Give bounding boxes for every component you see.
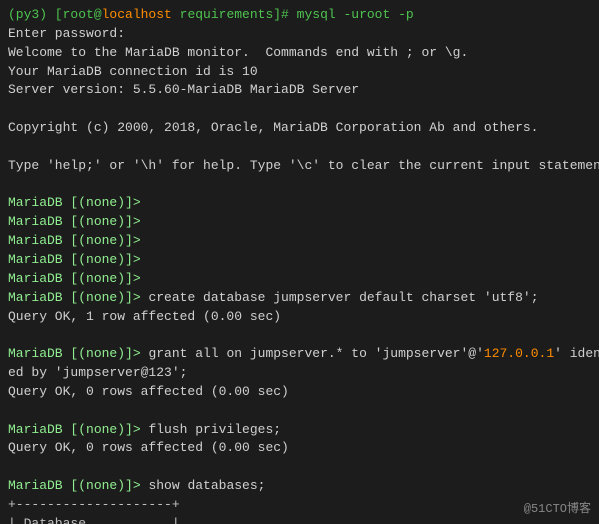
conn-id-text: Your MariaDB connection id is 10: [8, 64, 258, 79]
query-ok2-line: Query OK, 0 rows affected (0.00 sec): [8, 383, 591, 402]
flush-prompt: MariaDB [(none)]>: [8, 422, 148, 437]
terminal-window: (py3) [root@localhost requirements]# mys…: [0, 0, 599, 524]
blank4: [8, 326, 591, 345]
query-ok1-line: Query OK, 1 row affected (0.00 sec): [8, 308, 591, 327]
grant-line1: MariaDB [(none)]> grant all on jumpserve…: [8, 345, 591, 364]
grant-prompt: MariaDB [(none)]>: [8, 346, 148, 361]
help-hint-text: Type 'help;' or '\h' for help. Type '\c'…: [8, 158, 599, 173]
welcome-text: Welcome to the MariaDB monitor. Commands…: [8, 45, 468, 60]
blank6: [8, 458, 591, 477]
copyright-text: Copyright (c) 2000, 2018, Oracle, MariaD…: [8, 120, 539, 135]
create-db-line: MariaDB [(none)]> create database jumpse…: [8, 289, 591, 308]
copyright-line: Copyright (c) 2000, 2018, Oracle, MariaD…: [8, 119, 591, 138]
blank2: [8, 138, 591, 157]
prompt2-line: MariaDB [(none)]>: [8, 213, 591, 232]
server-ver-line: Server version: 5.5.60-MariaDB MariaDB S…: [8, 81, 591, 100]
help-hint-line: Type 'help;' or '\h' for help. Type '\c'…: [8, 157, 591, 176]
query-ok3-text: Query OK, 0 rows affected (0.00 sec): [8, 440, 289, 455]
mariadb-prompt2: MariaDB [(none)]>: [8, 214, 141, 229]
welcome-line: Welcome to the MariaDB monitor. Commands…: [8, 44, 591, 63]
create-db-prompt: MariaDB [(none)]>: [8, 290, 148, 305]
flush-line: MariaDB [(none)]> flush privileges;: [8, 421, 591, 440]
prompt5-line: MariaDB [(none)]>: [8, 270, 591, 289]
table-top-text: +--------------------+: [8, 497, 180, 512]
hostname: localhost: [102, 7, 172, 22]
grant-cmd2: ed by 'jumpserver@123';: [8, 365, 187, 380]
mariadb-prompt1: MariaDB [(none)]>: [8, 195, 141, 210]
blank1: [8, 100, 591, 119]
grant-cmd1: grant all on jumpserver.* to 'jumpserver…: [148, 346, 483, 361]
grant-line2: ed by 'jumpserver@123';: [8, 364, 591, 383]
enter-password-line: Enter password:: [8, 25, 591, 44]
table-header-text: | Database |: [8, 516, 180, 524]
watermark: @51CTO博客: [524, 499, 591, 516]
prompt1-line: MariaDB [(none)]>: [8, 194, 591, 213]
enter-pwd-text: Enter password:: [8, 26, 133, 41]
mariadb-prompt4: MariaDB [(none)]>: [8, 252, 141, 267]
conn-id-line: Your MariaDB connection id is 10: [8, 63, 591, 82]
prompt4-line: MariaDB [(none)]>: [8, 251, 591, 270]
query-ok2-text: Query OK, 0 rows affected (0.00 sec): [8, 384, 289, 399]
table-top: +--------------------+: [8, 496, 591, 515]
query-ok1-text: Query OK, 1 row affected (0.00 sec): [8, 309, 281, 324]
prompt-py3: (py3) [root@: [8, 7, 102, 22]
server-ver-text: Server version: 5.5.60-MariaDB MariaDB S…: [8, 82, 359, 97]
create-db-cmd: create database jumpserver default chars…: [148, 290, 538, 305]
table-header: | Database |: [8, 515, 591, 524]
grant-cmd1b: ' identifi: [554, 346, 599, 361]
show-db-line: MariaDB [(none)]> show databases;: [8, 477, 591, 496]
flush-cmd: flush privileges;: [148, 422, 281, 437]
query-ok3-line: Query OK, 0 rows affected (0.00 sec): [8, 439, 591, 458]
mariadb-prompt3: MariaDB [(none)]>: [8, 233, 141, 248]
show-db-cmd: show databases;: [148, 478, 265, 493]
mariadb-prompt5: MariaDB [(none)]>: [8, 271, 141, 286]
blank5: [8, 402, 591, 421]
cmd-line: (py3) [root@localhost requirements]# mys…: [8, 6, 591, 25]
show-db-prompt: MariaDB [(none)]>: [8, 478, 148, 493]
grant-ip: 127.0.0.1: [484, 346, 554, 361]
prompt3-line: MariaDB [(none)]>: [8, 232, 591, 251]
cmd-text: requirements]# mysql -uroot -p: [172, 7, 414, 22]
blank3: [8, 176, 591, 195]
